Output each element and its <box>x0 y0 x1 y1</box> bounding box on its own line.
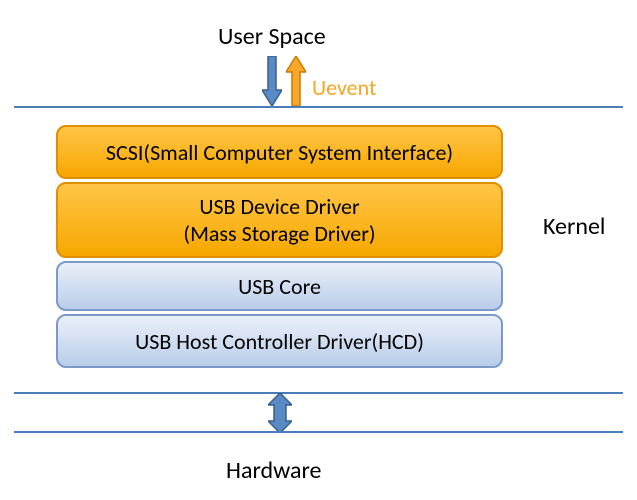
uevent-label: Uevent <box>312 74 376 101</box>
usb-device-driver-layer: USB Device Driver (Mass Storage Driver) <box>56 182 503 258</box>
up-arrow-icon <box>286 56 306 106</box>
usb-hcd-label: USB Host Controller Driver(HCD) <box>135 328 424 355</box>
user-space-label: User Space <box>218 22 326 51</box>
scsi-layer-label: SCSI(Small Computer System Interface) <box>106 139 453 166</box>
usb-device-driver-label-2: (Mass Storage Driver) <box>183 220 375 247</box>
divider-mid <box>14 392 623 394</box>
arrow-group-top <box>262 50 312 106</box>
bidirectional-arrow-icon <box>268 393 292 433</box>
usb-hcd-layer: USB Host Controller Driver(HCD) <box>56 314 503 368</box>
kernel-label: Kernel <box>543 212 605 241</box>
usb-core-label: USB Core <box>238 273 321 300</box>
kernel-stack: SCSI(Small Computer System Interface) US… <box>56 125 503 371</box>
usb-device-driver-label-1: USB Device Driver <box>199 193 359 220</box>
usb-core-layer: USB Core <box>56 261 503 311</box>
divider-top <box>14 106 623 108</box>
scsi-layer: SCSI(Small Computer System Interface) <box>56 125 503 179</box>
divider-bottom <box>14 431 623 433</box>
hardware-label: Hardware <box>226 456 321 485</box>
down-arrow-icon <box>262 56 282 106</box>
